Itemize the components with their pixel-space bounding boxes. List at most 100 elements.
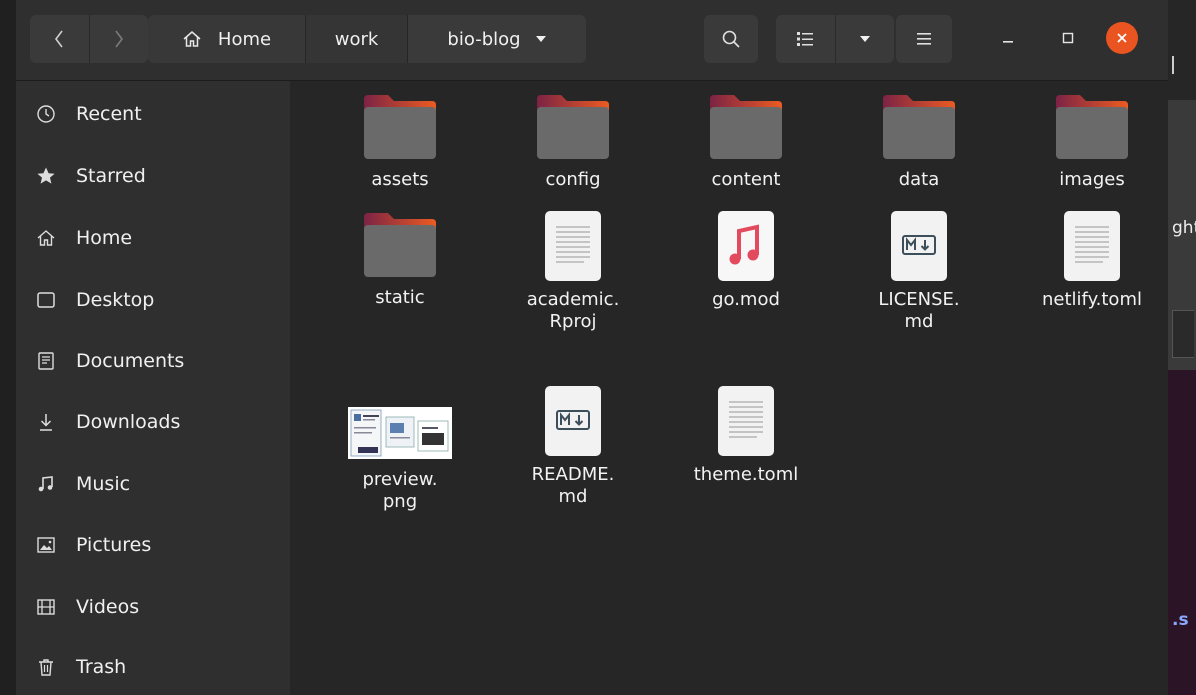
list-view-button[interactable] <box>776 15 835 63</box>
hamburger-menu-icon <box>917 33 931 45</box>
path-bar: Home work bio-blog <box>148 15 586 63</box>
maximize-button[interactable] <box>1046 16 1090 60</box>
file-name: go.mod <box>712 289 780 310</box>
folder-item[interactable]: config <box>493 93 653 191</box>
view-dropdown-button[interactable] <box>834 15 895 63</box>
sidebar-item-label: Desktop <box>76 289 155 311</box>
file-item[interactable]: netlify.toml <box>1012 211 1172 311</box>
sidebar-item-label: Home <box>76 227 133 249</box>
list-view-icon <box>797 32 814 46</box>
file-item[interactable]: theme.toml <box>666 386 826 486</box>
sidebar: Recent Starred Home Desktop Documents Do… <box>16 81 291 695</box>
file-manager-window: Home work bio-blog Recent Starred Home D… <box>16 0 1168 695</box>
file-name: config <box>545 169 601 190</box>
back-button[interactable] <box>30 15 89 63</box>
navigation-buttons <box>30 15 148 63</box>
header-bar: Home work bio-blog <box>16 0 1168 81</box>
background-window-left <box>0 0 16 695</box>
forward-button[interactable] <box>88 15 149 63</box>
sidebar-item-downloads[interactable]: Downloads <box>16 396 290 448</box>
folder-item[interactable]: assets <box>320 93 480 191</box>
music-note-icon <box>35 473 57 495</box>
sidebar-item-label: Documents <box>76 350 185 372</box>
path-work-button[interactable]: work <box>306 15 408 63</box>
file-name: preview. png <box>362 469 438 512</box>
background-text: ght <box>1172 218 1196 238</box>
sidebar-item-label: Recent <box>76 103 142 125</box>
file-item[interactable]: academic. Rproj <box>493 211 653 333</box>
clock-icon <box>35 103 57 125</box>
sidebar-item-desktop[interactable]: Desktop <box>16 274 290 326</box>
folder-item[interactable]: static <box>320 211 480 309</box>
close-icon <box>1117 33 1127 43</box>
home-icon <box>35 227 57 249</box>
markdown-file-icon <box>544 386 602 456</box>
close-button[interactable] <box>1100 16 1144 60</box>
folder-icon <box>362 93 438 161</box>
sidebar-item-label: Downloads <box>76 411 181 433</box>
download-icon <box>35 411 57 433</box>
caret-down-icon <box>535 32 547 46</box>
image-thumbnail-icon <box>348 407 452 459</box>
home-icon <box>183 31 201 47</box>
path-bio-blog-label: bio-blog <box>447 28 521 50</box>
sidebar-item-starred[interactable]: Starred <box>16 150 290 202</box>
desktop-icon <box>35 289 57 311</box>
file-name: netlify.toml <box>1042 289 1142 310</box>
file-item[interactable]: preview. png <box>320 407 480 513</box>
sidebar-item-documents[interactable]: Documents <box>16 335 290 387</box>
text-file-icon <box>717 386 775 456</box>
path-work-label: work <box>334 28 379 50</box>
file-name: images <box>1059 169 1125 190</box>
file-name: assets <box>371 169 429 190</box>
star-icon <box>35 165 57 187</box>
file-name: README. md <box>531 464 615 507</box>
sidebar-item-music[interactable]: Music <box>16 458 290 510</box>
document-icon <box>35 350 57 372</box>
file-name: LICENSE. md <box>878 289 960 332</box>
sidebar-item-label: Pictures <box>76 534 152 556</box>
search-button[interactable] <box>704 15 758 63</box>
file-item[interactable]: README. md <box>493 386 653 508</box>
background-window-right: ght .s <box>1168 0 1196 695</box>
file-grid: assets config content data images static… <box>290 81 1168 695</box>
sidebar-item-recent[interactable]: Recent <box>16 88 290 140</box>
path-bio-blog-button[interactable]: bio-blog <box>408 15 586 63</box>
folder-icon <box>362 211 438 279</box>
background-text: .s <box>1172 610 1189 630</box>
film-icon <box>35 596 57 618</box>
path-home-button[interactable]: Home <box>148 15 306 63</box>
file-name: static <box>375 287 425 308</box>
trash-icon <box>35 656 57 678</box>
folder-icon <box>535 93 611 161</box>
caret-down-icon <box>859 36 870 42</box>
markdown-file-icon <box>890 211 948 281</box>
view-options-group <box>776 15 894 63</box>
sidebar-item-label: Starred <box>76 165 146 187</box>
file-name: theme.toml <box>693 464 799 485</box>
file-name: content <box>711 169 781 190</box>
text-file-icon <box>544 211 602 281</box>
folder-item[interactable]: images <box>1012 93 1172 191</box>
folder-icon <box>708 93 784 161</box>
minimize-button[interactable] <box>986 16 1030 60</box>
file-item[interactable]: LICENSE. md <box>839 211 999 333</box>
chevron-left-icon <box>55 30 63 48</box>
sidebar-item-home[interactable]: Home <box>16 212 290 264</box>
folder-icon <box>1054 93 1130 161</box>
folder-icon <box>881 93 957 161</box>
picture-icon <box>35 534 57 556</box>
sidebar-item-pictures[interactable]: Pictures <box>16 519 290 571</box>
file-name: data <box>898 169 940 190</box>
main-menu-button[interactable] <box>896 15 952 63</box>
path-home-label: Home <box>217 28 272 50</box>
sidebar-item-videos[interactable]: Videos <box>16 581 290 633</box>
folder-item[interactable]: content <box>666 93 826 191</box>
file-name: academic. Rproj <box>526 289 620 332</box>
sidebar-item-trash[interactable]: Trash <box>16 641 290 693</box>
file-item[interactable]: go.mod <box>666 211 826 311</box>
folder-item[interactable]: data <box>839 93 999 191</box>
text-file-icon <box>1063 211 1121 281</box>
audio-file-icon <box>717 211 775 281</box>
chevron-right-icon <box>115 30 123 48</box>
